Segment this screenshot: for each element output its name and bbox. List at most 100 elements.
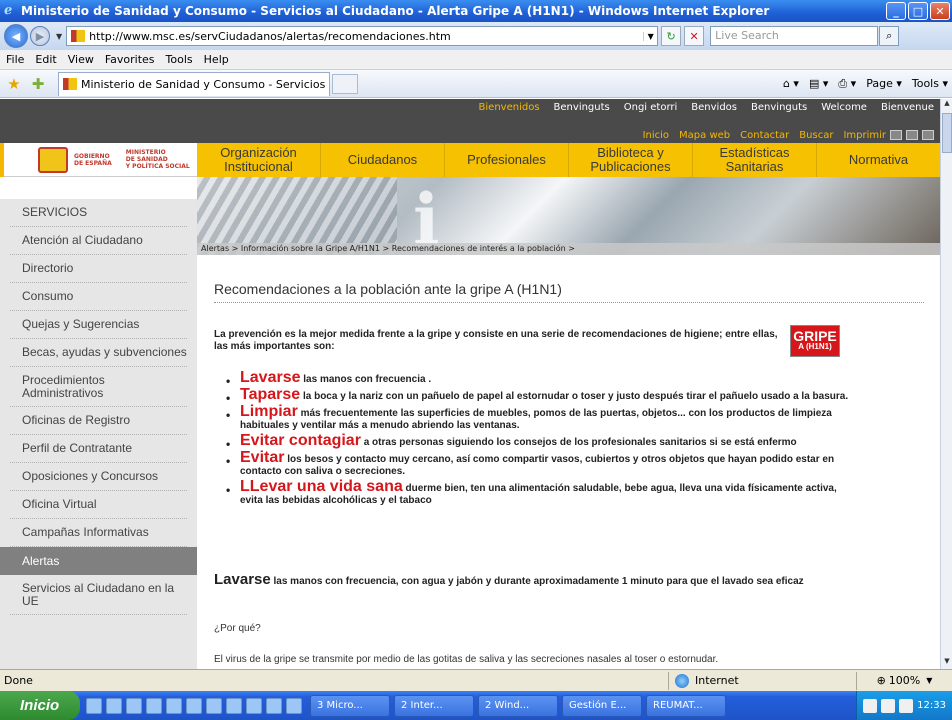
sidebar-item[interactable]: Directorio xyxy=(10,255,187,283)
quicklaunch-icon[interactable] xyxy=(186,697,202,714)
quicklaunch-icon[interactable] xyxy=(86,697,102,714)
zoom-control[interactable]: ⊕ 100% ▼ xyxy=(856,671,952,690)
breadcrumb[interactable]: Alertas > Información sobre la Gripe A/H… xyxy=(197,243,940,255)
quicklaunch-icon[interactable] xyxy=(206,697,222,714)
favorites-star-icon[interactable]: ★ xyxy=(4,75,24,93)
tab-active[interactable]: Ministerio de Sanidad y Consumo - Servic… xyxy=(58,71,330,96)
taskbar-item[interactable]: 3 Micro... xyxy=(310,694,390,717)
quicklaunch-icon[interactable] xyxy=(226,697,242,714)
quicklaunch-icon[interactable] xyxy=(246,697,262,714)
rec-text: a otras personas siguiendo los consejos … xyxy=(360,437,797,448)
url-dropdown-icon[interactable]: ▼ xyxy=(643,31,657,41)
scroll-up-icon[interactable]: ▲ xyxy=(942,99,952,111)
tray-icon[interactable] xyxy=(881,698,896,713)
lang-link[interactable]: Benvinguts xyxy=(554,102,610,113)
sidebar-item[interactable]: Consumo xyxy=(10,283,187,311)
search-input[interactable]: Live Search xyxy=(710,26,879,46)
nav-biblioteca[interactable]: Biblioteca y Publicaciones xyxy=(569,143,693,177)
forward-button[interactable]: ▶ xyxy=(30,26,50,46)
list-item: Lavarse las manos con frecuencia . xyxy=(224,370,854,388)
util-link-contactar[interactable]: Contactar xyxy=(740,130,789,141)
nav-organizacion[interactable]: Organización Institucional xyxy=(197,143,321,177)
util-link-inicio[interactable]: Inicio xyxy=(643,130,669,141)
print-icon[interactable]: ⎙ ▾ xyxy=(838,77,856,91)
site-logo[interactable]: GOBIERNO DE ESPAÑA MINISTERIO DE SANIDAD… xyxy=(0,143,197,177)
stop-icon[interactable]: ✕ xyxy=(684,26,705,46)
util-link-mapa[interactable]: Mapa web xyxy=(679,130,730,141)
text-size-icon[interactable] xyxy=(906,130,918,140)
gripe-badge: GRIPE A (H1N1) xyxy=(790,325,840,357)
new-tab-button[interactable] xyxy=(332,73,358,94)
tray-icon[interactable] xyxy=(899,698,914,713)
history-dropdown-icon[interactable]: ▼ xyxy=(56,32,62,41)
home-icon[interactable]: ⌂ ▾ xyxy=(783,77,799,90)
sidebar-item[interactable]: Campañas Informativas xyxy=(10,519,187,547)
status-bar: Done Internet ⊕ 100% ▼ xyxy=(0,669,952,691)
clock[interactable]: 12:33 xyxy=(917,700,946,711)
nav-profesionales[interactable]: Profesionales xyxy=(445,143,569,177)
search-icon[interactable]: ⌕ xyxy=(879,26,900,46)
menu-edit[interactable]: Edit xyxy=(35,53,61,66)
quicklaunch-icon[interactable] xyxy=(146,697,162,714)
url-text[interactable]: http://www.msc.es/servCiudadanos/alertas… xyxy=(89,30,643,43)
zoom-dropdown-icon[interactable]: ▼ xyxy=(926,676,932,685)
quicklaunch-icon[interactable] xyxy=(126,697,142,714)
quicklaunch-icon[interactable] xyxy=(106,697,122,714)
refresh-icon[interactable]: ↻ xyxy=(661,26,682,46)
nav-estadisticas[interactable]: Estadísticas Sanitarias xyxy=(693,143,817,177)
sidebar-item[interactable]: Perfil de Contratante xyxy=(10,435,187,463)
add-favorite-icon[interactable]: ✚ xyxy=(28,75,48,93)
lang-link[interactable]: Benvidos xyxy=(691,102,737,113)
menu-tools[interactable]: Tools xyxy=(166,53,198,66)
sidebar-item[interactable]: Oposiciones y Concursos xyxy=(10,463,187,491)
lang-link[interactable]: Benvinguts xyxy=(751,102,807,113)
sidebar-item-alertas[interactable]: Alertas xyxy=(0,547,197,575)
scroll-down-icon[interactable]: ▼ xyxy=(942,657,952,669)
list-item: LLevar una vida sana duerme bien, ten un… xyxy=(224,479,854,507)
text-size-icon[interactable] xyxy=(922,130,934,140)
nav-normativa[interactable]: Normativa xyxy=(817,143,940,177)
sidebar-item[interactable]: Servicios al Ciudadano en la UE xyxy=(10,575,187,615)
sidebar-item[interactable]: Oficinas de Registro xyxy=(10,407,187,435)
nav-ciudadanos[interactable]: Ciudadanos xyxy=(321,143,445,177)
quicklaunch-icon[interactable] xyxy=(266,697,282,714)
scroll-thumb[interactable] xyxy=(942,113,952,153)
language-links: Bienvenidos Benvinguts Ongi etorri Benvi… xyxy=(465,102,934,113)
tools-menu-button[interactable]: Tools ▾ xyxy=(912,77,948,90)
start-button[interactable]: Inicio xyxy=(0,691,80,720)
url-field[interactable]: http://www.msc.es/servCiudadanos/alertas… xyxy=(66,26,659,46)
close-button[interactable]: ✕ xyxy=(930,2,950,20)
quicklaunch-icon[interactable] xyxy=(166,697,182,714)
minimize-button[interactable]: _ xyxy=(886,2,906,20)
sidebar-item[interactable]: Becas, ayudas y subvenciones xyxy=(10,339,187,367)
sidebar-item[interactable]: Atención al Ciudadano xyxy=(10,227,187,255)
sidebar-item[interactable]: Quejas y Sugerencias xyxy=(10,311,187,339)
maximize-button[interactable]: □ xyxy=(908,2,928,20)
menu-help[interactable]: Help xyxy=(204,53,234,66)
taskbar-item[interactable]: 2 Wind... xyxy=(478,694,558,717)
sidebar-item[interactable]: Procedimientos Administrativos xyxy=(10,367,187,407)
menu-view[interactable]: View xyxy=(68,53,99,66)
util-link-buscar[interactable]: Buscar xyxy=(799,130,833,141)
lang-link[interactable]: Ongi etorri xyxy=(624,102,678,113)
feeds-icon[interactable]: ▤ ▾ xyxy=(809,77,828,90)
lang-link[interactable]: Welcome xyxy=(821,102,867,113)
vertical-scrollbar[interactable]: ▲ ▼ xyxy=(940,99,952,669)
quicklaunch-icon[interactable] xyxy=(286,697,302,714)
taskbar-item[interactable]: Gestión E... xyxy=(562,694,642,717)
lang-link[interactable]: Bienvenidos xyxy=(479,102,540,113)
back-button[interactable]: ◀ xyxy=(4,24,28,48)
browser-window: ℯ Ministerio de Sanidad y Consumo - Serv… xyxy=(0,0,952,720)
lang-link[interactable]: Bienvenue xyxy=(881,102,934,113)
sidebar-item[interactable]: Oficina Virtual xyxy=(10,491,187,519)
util-link-imprimir[interactable]: Imprimir xyxy=(843,130,886,141)
menu-file[interactable]: File xyxy=(6,53,29,66)
text-size-icon[interactable] xyxy=(890,130,902,140)
taskbar-item[interactable]: 2 Inter... xyxy=(394,694,474,717)
page-menu-button[interactable]: Page ▾ xyxy=(866,77,902,90)
menu-favorites[interactable]: Favorites xyxy=(105,53,160,66)
taskbar-item[interactable]: REUMAT... xyxy=(646,694,726,717)
tray-icon[interactable] xyxy=(863,698,878,713)
ie-icon: ℯ xyxy=(4,3,13,18)
security-zone[interactable]: Internet xyxy=(668,671,856,690)
